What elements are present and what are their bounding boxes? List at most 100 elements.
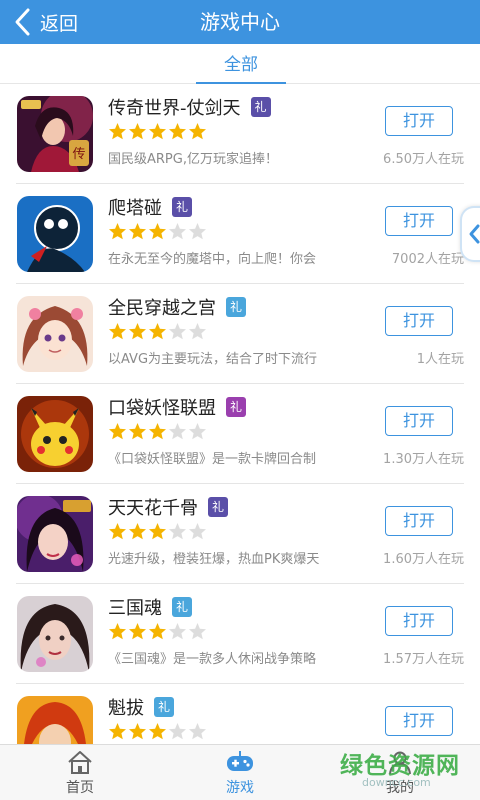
star-empty-icon bbox=[189, 223, 206, 240]
open-button[interactable]: 打开 bbox=[385, 606, 453, 636]
game-description: 在永无至今的魔塔中，向上爬！你会 bbox=[108, 252, 317, 267]
star-empty-icon bbox=[189, 623, 206, 640]
star-empty-icon bbox=[169, 223, 186, 240]
open-button[interactable]: 打开 bbox=[385, 106, 453, 136]
rating-stars bbox=[108, 322, 208, 342]
game-name: 口袋妖怪联盟 bbox=[108, 398, 216, 419]
players-count: 1.30万人在玩 bbox=[383, 452, 464, 467]
game-list-item[interactable]: 魁拔 礼 打开 bbox=[0, 684, 480, 744]
game-list-item[interactable]: 全民穿越之宫 礼 以AVG为主要玩法，结合了时下流行 1人在玩 打开 bbox=[0, 284, 480, 384]
star-filled-icon bbox=[109, 523, 126, 540]
star-empty-icon bbox=[189, 423, 206, 440]
star-filled-icon bbox=[129, 323, 146, 340]
game-description: 国民级ARPG,亿万玩家追捧！ bbox=[108, 152, 278, 167]
nav-home[interactable]: 首页 bbox=[20, 745, 140, 800]
star-filled-icon bbox=[149, 523, 166, 540]
star-empty-icon bbox=[189, 723, 206, 740]
star-empty-icon bbox=[169, 623, 186, 640]
game-description: 以AVG为主要玩法，结合了时下流行 bbox=[108, 352, 318, 367]
star-filled-icon bbox=[169, 123, 186, 140]
rating-stars bbox=[108, 222, 208, 242]
huaqiangu-icon[interactable] bbox=[17, 496, 93, 572]
star-filled-icon bbox=[109, 623, 126, 640]
star-empty-icon bbox=[169, 723, 186, 740]
game-name: 爬塔碰 bbox=[108, 198, 162, 219]
game-name: 天天花千骨 bbox=[108, 498, 198, 519]
open-button[interactable]: 打开 bbox=[385, 406, 453, 436]
kuiba-icon[interactable] bbox=[17, 696, 93, 744]
star-filled-icon bbox=[149, 223, 166, 240]
rating-stars bbox=[108, 722, 208, 742]
star-filled-icon bbox=[109, 323, 126, 340]
nav-games[interactable]: 游戏 bbox=[180, 745, 300, 800]
star-empty-icon bbox=[169, 523, 186, 540]
star-filled-icon bbox=[129, 423, 146, 440]
star-empty-icon bbox=[169, 323, 186, 340]
home-icon bbox=[68, 751, 92, 774]
game-description: 《口袋妖怪联盟》是一款卡牌回合制 bbox=[108, 452, 317, 467]
side-drawer-handle[interactable] bbox=[460, 206, 480, 262]
star-filled-icon bbox=[109, 423, 126, 440]
legend-world-icon[interactable]: 传 bbox=[17, 96, 93, 172]
game-description: 《三国魂》是一款多人休闲战争策略 bbox=[108, 652, 317, 667]
bottom-nav: 首页 游戏 我的 bbox=[0, 744, 480, 800]
gift-badge[interactable]: 礼 bbox=[172, 197, 192, 217]
nav-mine[interactable]: 我的 bbox=[340, 745, 460, 800]
open-button[interactable]: 打开 bbox=[385, 706, 453, 736]
game-name: 魁拔 bbox=[108, 698, 144, 719]
gift-badge[interactable]: 礼 bbox=[226, 397, 246, 417]
star-filled-icon bbox=[149, 623, 166, 640]
user-icon bbox=[389, 751, 411, 775]
chevron-left-icon bbox=[469, 224, 480, 244]
open-button[interactable]: 打开 bbox=[385, 306, 453, 336]
game-list-item[interactable]: 口袋妖怪联盟 礼 《口袋妖怪联盟》是一款卡牌回合制 1.30万人在玩 打开 bbox=[0, 384, 480, 484]
game-list-item[interactable]: 三国魂 礼 《三国魂》是一款多人休闲战争策略 1.57万人在玩 打开 bbox=[0, 584, 480, 684]
gift-badge[interactable]: 礼 bbox=[250, 97, 271, 117]
rating-stars bbox=[108, 522, 208, 542]
palace-girl-icon[interactable] bbox=[17, 296, 93, 372]
game-list-item[interactable]: 爬塔碰 礼 在永无至今的魔塔中，向上爬！你会 7002人在玩 打开 bbox=[0, 184, 480, 284]
star-empty-icon bbox=[189, 523, 206, 540]
star-empty-icon bbox=[189, 323, 206, 340]
game-list-item[interactable]: 传 传奇世界-仗剑天 礼 国民级ARPG,亿万玩家追捧！ 6.50万人在玩 打开 bbox=[0, 84, 480, 184]
star-filled-icon bbox=[129, 723, 146, 740]
star-filled-icon bbox=[189, 123, 206, 140]
game-name: 传奇世界-仗剑天 bbox=[108, 98, 241, 119]
players-count: 1.60万人在玩 bbox=[383, 552, 464, 567]
open-button[interactable]: 打开 bbox=[385, 506, 453, 536]
star-filled-icon bbox=[109, 223, 126, 240]
star-filled-icon bbox=[149, 723, 166, 740]
gift-badge[interactable]: 礼 bbox=[208, 497, 228, 517]
players-count: 7002人在玩 bbox=[391, 252, 464, 267]
gamepad-icon bbox=[227, 751, 253, 771]
star-filled-icon bbox=[129, 523, 146, 540]
star-filled-icon bbox=[109, 123, 126, 140]
star-filled-icon bbox=[149, 423, 166, 440]
gift-badge[interactable]: 礼 bbox=[172, 597, 192, 617]
page-title: 游戏中心 bbox=[200, 10, 280, 34]
star-filled-icon bbox=[109, 723, 126, 740]
top-bar: 返回 游戏中心 bbox=[0, 0, 480, 44]
players-count: 6.50万人在玩 bbox=[383, 152, 464, 167]
pikachu-icon[interactable] bbox=[17, 396, 93, 472]
open-button[interactable]: 打开 bbox=[385, 206, 453, 236]
gift-badge[interactable]: 礼 bbox=[154, 697, 174, 717]
category-tabs: 全部 bbox=[0, 44, 480, 84]
svg-text:传: 传 bbox=[72, 147, 85, 162]
players-count: 1人在玩 bbox=[416, 352, 464, 367]
game-description: 光速升级，橙装狂爆，热血PK爽爆天 bbox=[108, 552, 320, 567]
game-list: 传 传奇世界-仗剑天 礼 国民级ARPG,亿万玩家追捧！ 6.50万人在玩 打开 bbox=[0, 84, 480, 744]
gift-badge[interactable]: 礼 bbox=[226, 297, 246, 317]
game-name: 三国魂 bbox=[108, 598, 162, 619]
tab-all[interactable]: 全部 bbox=[196, 50, 286, 84]
star-empty-icon bbox=[169, 423, 186, 440]
rating-stars bbox=[108, 422, 208, 442]
three-kingdoms-icon[interactable] bbox=[17, 596, 93, 672]
tower-climb-icon[interactable] bbox=[17, 196, 93, 272]
game-list-item[interactable]: 天天花千骨 礼 光速升级，橙装狂爆，热血PK爽爆天 1.60万人在玩 打开 bbox=[0, 484, 480, 584]
star-filled-icon bbox=[129, 123, 146, 140]
rating-stars bbox=[108, 622, 208, 642]
star-filled-icon bbox=[149, 323, 166, 340]
game-name: 全民穿越之宫 bbox=[108, 298, 216, 319]
star-filled-icon bbox=[149, 123, 166, 140]
